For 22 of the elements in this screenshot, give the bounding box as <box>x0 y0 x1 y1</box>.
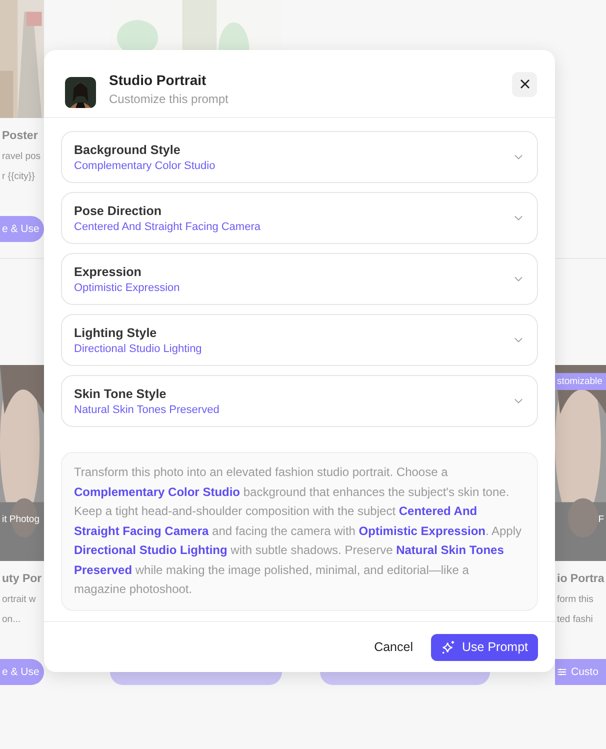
card-title: Poster <box>1 130 39 142</box>
card-description: on... <box>1 614 22 625</box>
option-dropdown[interactable]: Expression Optimistic Expression <box>61 253 538 305</box>
customizable-badge: stomizable <box>555 373 606 390</box>
option-dropdown[interactable]: Lighting Style Directional Studio Lighting <box>61 314 538 366</box>
prompt-text: Transform this photo into an elevated fashion studio portrait. Choose a Complementary Color Studio background that enhances the subject's skin tone. Keep a tight head-and-shoulder composition with the subject Centered And Straight Facing Camera and facing the camera with Optimistic Expression. Apply Directional Studio Lighting with subtle shadows. Preserve Natural Skin Tones Preserved while making the image polished, minimal, and editorial—like a magazine photoshoot. <box>74 464 523 598</box>
use-prompt-button[interactable]: Use Prompt <box>431 634 538 660</box>
image-caption: it Photog <box>2 514 40 525</box>
option-dropdown[interactable]: Skin Tone Style Natural Skin Tones Preserved <box>61 375 538 427</box>
dialog-title: Studio Portrait <box>109 72 208 88</box>
card-description: ted fashi <box>556 614 594 625</box>
card-description: form this <box>556 594 594 605</box>
image-caption: F <box>598 514 604 525</box>
card-title: uty Por <box>1 573 43 585</box>
dialog-subtitle: Customize this prompt <box>109 92 230 106</box>
option-dropdown[interactable]: Background Style Complementary Color Studio <box>61 131 538 183</box>
card-description: ortrait w <box>1 594 37 605</box>
card-title: io Portra <box>556 573 606 585</box>
cancel-button[interactable]: Cancel <box>374 636 413 658</box>
option-dropdown[interactable]: Pose Direction Centered And Straight Facing Camera <box>61 192 538 244</box>
card-description: r {{city}} <box>1 171 36 182</box>
card-description: ravel pos <box>1 151 42 162</box>
